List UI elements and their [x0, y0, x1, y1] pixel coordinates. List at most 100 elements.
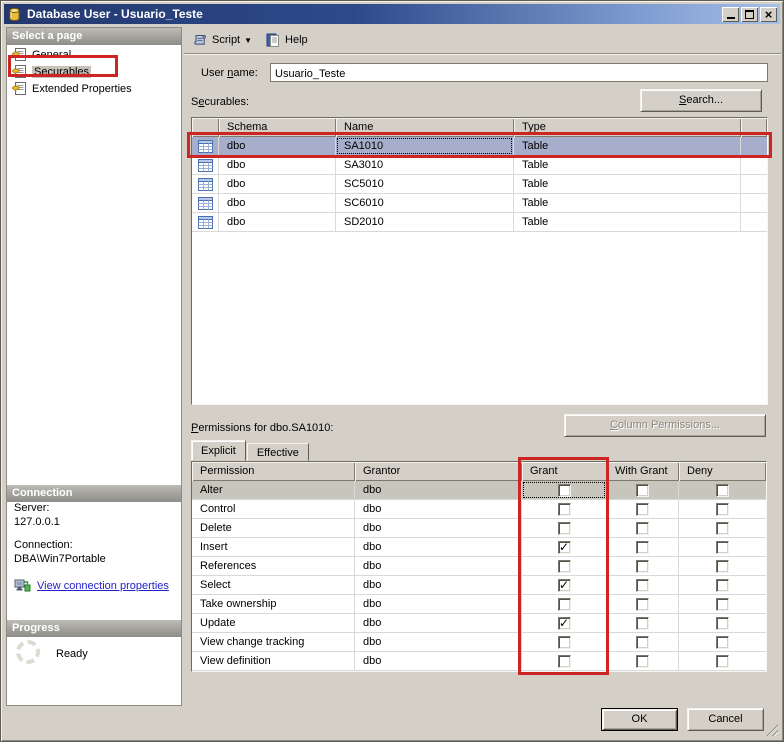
grant-checkbox[interactable] — [557, 502, 571, 516]
permission-row[interactable]: View definition dbo — [192, 652, 766, 671]
column-header-permission[interactable]: Permission — [192, 462, 355, 481]
column-header-grant[interactable]: Grant — [522, 462, 607, 481]
deny-checkbox[interactable] — [716, 559, 729, 573]
cell-deny — [679, 652, 766, 671]
with-grant-checkbox[interactable] — [636, 483, 649, 497]
user-name-field[interactable] — [270, 63, 768, 82]
grant-checkbox[interactable] — [557, 635, 571, 649]
table-row[interactable]: dbo SC6010 Table — [192, 194, 767, 213]
column-permissions-button[interactable]: Column Permissions... — [564, 414, 766, 437]
minimize-icon — [726, 17, 735, 19]
grant-checkbox[interactable] — [557, 483, 571, 497]
resize-grip[interactable] — [765, 723, 778, 736]
database-icon — [9, 7, 20, 21]
with-grant-checkbox[interactable] — [636, 635, 649, 649]
ok-button[interactable]: OK — [601, 708, 678, 731]
cell-deny — [679, 633, 766, 652]
grant-checkbox[interactable] — [557, 540, 571, 554]
titlebar[interactable]: Database User - Usuario_Teste × — [4, 4, 780, 24]
cell-with-grant — [607, 481, 679, 500]
progress-status: Ready — [56, 648, 88, 660]
cell-deny — [679, 595, 766, 614]
tab-effective[interactable]: Effective — [246, 443, 309, 461]
cancel-button[interactable]: Cancel — [687, 708, 764, 731]
with-grant-checkbox[interactable] — [636, 559, 649, 573]
cell-blank — [741, 156, 767, 175]
column-header-blank[interactable] — [741, 118, 767, 137]
sidebar-item-general[interactable]: General — [7, 46, 181, 63]
with-grant-checkbox[interactable] — [636, 540, 649, 554]
grant-checkbox[interactable] — [557, 578, 571, 592]
cell-permission: View change tracking — [192, 633, 355, 652]
grant-checkbox[interactable] — [557, 597, 571, 611]
maximize-button[interactable] — [741, 6, 758, 22]
deny-checkbox[interactable] — [716, 597, 729, 611]
deny-checkbox[interactable] — [716, 578, 729, 592]
cell-grantor: dbo — [355, 614, 522, 633]
deny-checkbox[interactable] — [716, 635, 729, 649]
deny-checkbox[interactable] — [716, 502, 729, 516]
server-label: Server: — [14, 502, 50, 514]
table-row[interactable]: dbo SD2010 Table — [192, 213, 767, 232]
cell-permission: View definition — [192, 652, 355, 671]
permission-row[interactable]: Alter dbo — [192, 481, 766, 500]
column-header-icon[interactable] — [192, 118, 219, 137]
permission-row[interactable]: Select dbo — [192, 576, 766, 595]
permission-row[interactable]: View change tracking dbo — [192, 633, 766, 652]
permissions-rows: AlterdboControldboDeletedboInsertdboRefe… — [192, 481, 766, 671]
permission-row[interactable]: Insert dbo — [192, 538, 766, 557]
with-grant-checkbox[interactable] — [636, 521, 649, 535]
with-grant-checkbox[interactable] — [636, 502, 649, 516]
deny-checkbox[interactable] — [716, 616, 729, 630]
permissions-header-row: Permission Grantor Grant With Grant Deny — [192, 462, 766, 481]
with-grant-checkbox[interactable] — [636, 654, 649, 668]
script-button[interactable]: Script ▼ — [187, 30, 257, 50]
column-header-name[interactable]: Name — [336, 118, 514, 137]
column-header-schema[interactable]: Schema — [219, 118, 336, 137]
deny-checkbox[interactable] — [716, 521, 729, 535]
column-header-deny[interactable]: Deny — [679, 462, 766, 481]
search-button[interactable]: Search... — [640, 89, 762, 112]
cell-permission: Update — [192, 614, 355, 633]
cell-name: SA3010 — [336, 156, 514, 175]
deny-checkbox[interactable] — [716, 654, 729, 668]
deny-checkbox[interactable] — [716, 483, 729, 497]
minimize-button[interactable] — [722, 6, 739, 22]
cell-grant — [522, 614, 607, 633]
with-grant-checkbox[interactable] — [636, 616, 649, 630]
help-button[interactable]: Help — [260, 30, 313, 50]
window-title: Database User - Usuario_Teste — [27, 7, 203, 21]
grant-checkbox[interactable] — [557, 654, 571, 668]
cell-with-grant — [607, 614, 679, 633]
with-grant-checkbox[interactable] — [636, 578, 649, 592]
sidebar-item-extended-properties[interactable]: Extended Properties — [7, 80, 181, 97]
tab-explicit[interactable]: Explicit — [191, 440, 246, 461]
grant-checkbox[interactable] — [557, 559, 571, 573]
cell-deny — [679, 576, 766, 595]
permission-row[interactable]: Take ownership dbo — [192, 595, 766, 614]
securables-table[interactable]: Schema Name Type dbo SA1010 Table dbo SA301… — [191, 117, 768, 405]
with-grant-checkbox[interactable] — [636, 597, 649, 611]
column-header-with-grant[interactable]: With Grant — [607, 462, 679, 481]
column-header-type[interactable]: Type — [514, 118, 741, 137]
table-row[interactable]: dbo SA3010 Table — [192, 156, 767, 175]
permission-row[interactable]: Update dbo — [192, 614, 766, 633]
permission-row[interactable]: Control dbo — [192, 500, 766, 519]
table-row[interactable]: dbo SA1010 Table — [192, 137, 767, 156]
cell-with-grant — [607, 652, 679, 671]
permission-row[interactable]: References dbo — [192, 557, 766, 576]
grant-checkbox[interactable] — [557, 521, 571, 535]
view-connection-properties-link[interactable]: View connection properties — [37, 580, 169, 592]
cell-deny — [679, 500, 766, 519]
table-icon — [197, 177, 213, 191]
page-icon — [12, 65, 26, 78]
grant-checkbox[interactable] — [557, 616, 571, 630]
help-button-label: Help — [285, 34, 308, 46]
deny-checkbox[interactable] — [716, 540, 729, 554]
permissions-table[interactable]: Permission Grantor Grant With Grant Deny… — [191, 461, 767, 672]
sidebar-item-securables[interactable]: Securables — [7, 63, 181, 80]
column-header-grantor[interactable]: Grantor — [355, 462, 522, 481]
close-button[interactable]: × — [760, 6, 777, 22]
table-row[interactable]: dbo SC5010 Table — [192, 175, 767, 194]
permission-row[interactable]: Delete dbo — [192, 519, 766, 538]
